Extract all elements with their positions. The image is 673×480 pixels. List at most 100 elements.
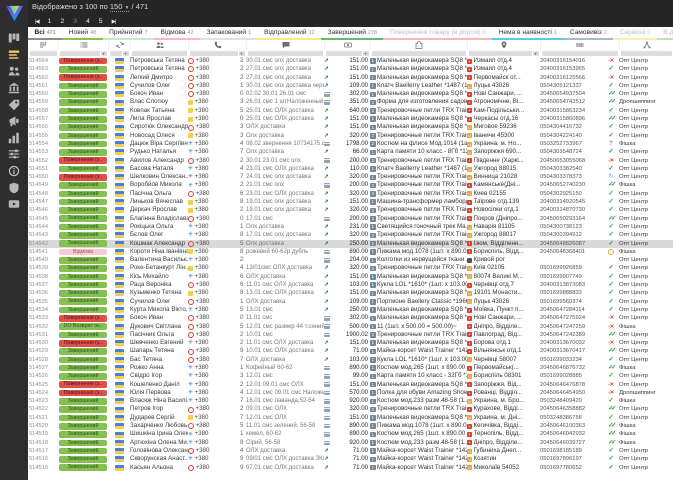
column-header-comment-icon[interactable] [246, 40, 324, 50]
table-row[interactable]: 514537 Завершений Раца Вероніка +380 6 11.01 … [28, 281, 673, 289]
sidebar-item-info-icon[interactable] [6, 165, 22, 178]
table-row[interactable]: 514531 Завершений Пасічник Ольга +380 2 10.01… [28, 331, 673, 339]
tab-відмова[interactable]: Відмова 42 [153, 27, 200, 40]
table-row[interactable]: 514536 Завершений Кузьменко Тетяна +380 8 13.… [28, 289, 673, 297]
table-row[interactable]: 514557 Завершений Лила Ярослав +380 0 25.01 с… [28, 115, 673, 123]
sidebar-item-orders-icon[interactable] [6, 48, 22, 61]
table-row[interactable]: 514548 Завершений Пасічна Ольга +380 6 23.01 … [28, 190, 673, 198]
table-row[interactable]: 514532 DO Возврат ок.. Дукович Світлана +38… [28, 323, 673, 331]
table-row[interactable]: 514525 Повернення (з.. Кошеленко Даніл ✳ +38… [28, 381, 673, 389]
table-row[interactable]: 514535 Завершений Сучилов Олег +380 1 ОЛХ дос… [28, 298, 673, 306]
filter-input[interactable] [541, 51, 618, 56]
table-row[interactable]: 514564 Повернення (з.. Петровська Тетяна +3… [28, 57, 673, 65]
filter-input[interactable] [131, 51, 187, 56]
app-logo-icon[interactable] [5, 4, 24, 22]
column-header-pin-icon[interactable] [467, 40, 540, 50]
table-row[interactable]: 514518 Завершений Артюхіна Олена Ми... ✳ +38… [28, 439, 673, 447]
filter-dropdown-icon[interactable]: ▼ [238, 51, 245, 56]
tab-новий[interactable]: Новий 48 [62, 27, 103, 40]
table-row[interactable]: 514533 Повернення (з.. Бокоч Иван +380 0 11.0… [28, 314, 673, 322]
sidebar-item-video-icon[interactable] [6, 198, 22, 211]
column-header-money-icon[interactable] [324, 40, 370, 50]
page-button-5[interactable]: 5 [99, 18, 103, 25]
table-row[interactable]: 514560 Завершений Бокоч Иван +380 0 02.02 30.… [28, 90, 673, 98]
table-row[interactable]: 514519 Завершений Шишкіна Ірина Олек... ✳ +3… [28, 430, 673, 438]
tab-повернення-товару-в-дорозі-[interactable]: Повернення товару (в дорозі) 0 [383, 27, 493, 40]
table-row[interactable]: 514520 Завершений Захарченко Любовь +380 5 11… [28, 422, 673, 430]
sidebar-item-dashboard-icon[interactable] [6, 32, 22, 45]
table-row[interactable]: 514540 Завершений Валентина Васильє... ✳ +38… [28, 256, 673, 264]
tab-запакований[interactable]: Запакований 1 [199, 27, 258, 40]
table-row[interactable]: 514528 Завершений Бас Тетяна +380 7 ОЛХ доста… [28, 356, 673, 364]
filter-input[interactable] [29, 51, 57, 56]
table-row[interactable]: 514527 Завершений Рожко Анна ✳ +380 1 Кофейный… [28, 364, 673, 372]
table-row[interactable]: 514555 Завершений Новосад Олеся +380 3 Олх до… [28, 132, 673, 140]
table-row[interactable]: 514546 Завершений Деркач Ярослав +380 2 19.01… [28, 206, 673, 214]
filter-input[interactable] [189, 51, 238, 56]
table-row[interactable]: 514534 Завершений Курта Микола Вікто... ✳ +3… [28, 306, 673, 314]
filter-input[interactable] [59, 51, 100, 56]
column-header-sync-icon[interactable] [108, 40, 130, 50]
table-row[interactable]: 514530 Повернення (з.. Шевченко Евгений ✳ +3… [28, 339, 673, 347]
table-row[interactable]: 514543 Завершений Бєлов Олег ✳ +380 8 17.01 см… [28, 231, 673, 239]
tab-завершений[interactable]: Завершений 278 [321, 27, 384, 40]
table-row[interactable]: 514522 Завершений Петров Ігор +380 2 09.01 см… [28, 405, 673, 413]
tab-сервісні[interactable]: Сервісні 0 [613, 27, 657, 40]
column-header-tasks-lines-icon[interactable] [58, 40, 108, 50]
page-button-4[interactable]: 4 [86, 18, 90, 25]
table-row[interactable]: 514516 Завершений Скворунская Анаст... ✳ +38… [28, 455, 673, 463]
table-row[interactable]: 514539 Завершений Роке-Бетанкурт Лін... +38… [28, 264, 673, 272]
tab-прийнятий[interactable]: Прийнятий 7 [102, 27, 154, 40]
table-row[interactable]: 514545 Завершений Благінна Владіслава +380 0… [28, 215, 673, 223]
table-row[interactable]: 514515 Завершений Касьян Альона +380 9 07.01 … [28, 464, 673, 472]
table-row[interactable]: 514521 Завершений Дударев Сергій +380 7 12.01… [28, 414, 673, 422]
table-row[interactable]: 514553 Завершений Рудько Наталья ✳ +380 7 Олх … [28, 148, 673, 156]
sidebar-item-marketing-icon[interactable] [6, 115, 22, 128]
tab-відправлений[interactable]: Відправлений 12 [257, 27, 322, 40]
column-header-bag-icon[interactable] [370, 40, 467, 50]
sidebar-item-stats-icon[interactable] [6, 131, 22, 144]
table-row[interactable]: 514541 Відмова Коротя Ніна Іванівна +380 8 ро… [28, 248, 673, 256]
table-row[interactable]: 514554 Завершений Дацюк Віра Сергіївна ✳ +38… [28, 140, 673, 148]
table-row[interactable]: 514558 Завершений Ковпак Татьяна +380 5 25.01… [28, 107, 673, 115]
tab-нема-в-наявності[interactable]: Нема в наявності 1 [492, 27, 564, 40]
filter-input[interactable] [468, 51, 532, 56]
filter-input[interactable] [325, 51, 362, 56]
filter-input[interactable] [620, 51, 672, 56]
sidebar-item-contacts-icon[interactable] [6, 65, 22, 78]
sidebar-item-deals-icon[interactable] [6, 98, 22, 111]
filter-input[interactable] [371, 51, 466, 56]
page-button-1[interactable]: 1 [48, 18, 52, 25]
sidebar-item-settings-icon[interactable] [6, 148, 22, 161]
tab-всі[interactable]: Всі 471 [28, 27, 63, 40]
table-row[interactable]: 514547 Завершений Линьков Вячеслав +380 8 19.… [28, 198, 673, 206]
sidebar-item-security-icon[interactable] [6, 181, 22, 194]
first-page-button[interactable]: |◀ [35, 19, 40, 25]
filter-dropdown-icon[interactable]: ▼ [532, 51, 539, 56]
tab-в-дорозі-додому[interactable]: В дорозі додому0 [656, 27, 673, 40]
table-row[interactable]: 514542 Завершений Кошмак Александр +380 5 Олх… [28, 239, 673, 248]
table-row[interactable]: 514552 Повернення (з.. Авилов Александр +38… [28, 157, 673, 165]
table-row[interactable]: 514561 Завершений Сучилов Олег +380 1 30.01 с… [28, 82, 673, 90]
filter-dropdown-icon[interactable]: ▼ [100, 51, 107, 56]
table-row[interactable]: 514524 Повернення (з.. Юлія Первова ✳ +380 4 1… [28, 389, 673, 397]
last-page-button[interactable]: ▶| [112, 19, 117, 25]
table-row[interactable]: 514544 Завершений Рокіцька Ольга ✳ +380 1 Олх … [28, 223, 673, 231]
filter-dropdown-icon[interactable]: ▼ [362, 51, 369, 56]
table-row[interactable]: 514517 Завершений Головінова Олексан... +38… [28, 447, 673, 455]
table-row[interactable]: 514563 Завершений Петровська Тетяна +380 2 27… [28, 65, 673, 73]
filter-input[interactable] [109, 51, 122, 56]
table-row[interactable]: 514529 Завершений Шапарь Тетяна +380 9 10.01 … [28, 347, 673, 355]
column-header-barcode-icon[interactable] [540, 40, 619, 50]
column-header-people-icon[interactable] [130, 40, 188, 50]
per-page-dropdown[interactable]: 150 ▼ [109, 2, 130, 12]
table-row[interactable]: 514538 Завершений Кісь Михайло ✳ +380 6 ОЛХ до… [28, 273, 673, 281]
table-row[interactable]: 514526 Завершений Свідро Ігор ✳ +380 3 12.01 с… [28, 372, 673, 380]
table-row[interactable]: 514562 Повернення (з.. Легкий Дмитро +380 2 2… [28, 74, 673, 82]
column-header-phone-icon[interactable] [188, 40, 246, 50]
table-row[interactable]: 514551 Завершений Басова Наталя ✳ +380 4 23.01… [28, 165, 673, 173]
filter-dropdown-icon[interactable]: ▼ [122, 51, 129, 56]
table-row[interactable]: 514550 Повернення (з.. Шелковин Олексан...… [28, 173, 673, 181]
page-button-2[interactable]: 2 [60, 18, 64, 25]
table-row[interactable]: 514523 Завершений Власюк Ніна Василі... ✳ +3… [28, 397, 673, 405]
